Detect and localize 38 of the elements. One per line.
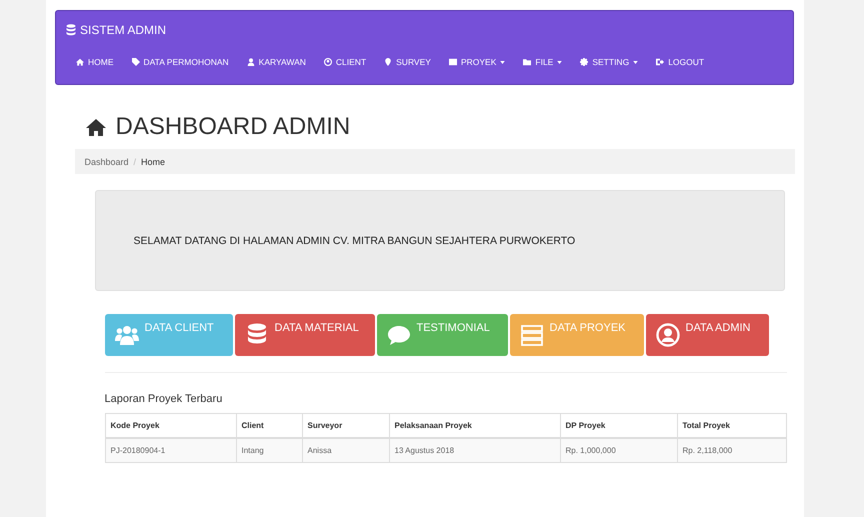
- user-circle-icon: [324, 58, 332, 66]
- table-cell: Anissa: [302, 438, 389, 462]
- home-icon: [76, 58, 84, 66]
- nav-link[interactable]: FILE: [513, 57, 570, 67]
- nav-link[interactable]: SETTING: [570, 57, 646, 67]
- table-cell: PJ-20180904-1: [105, 438, 236, 462]
- table-cell: 13 Agustus 2018: [389, 438, 560, 462]
- breadcrumb-separator: /: [134, 156, 136, 166]
- table-cell: Rp. 2,118,000: [677, 438, 786, 462]
- home-icon: [84, 117, 106, 137]
- gear-icon: [580, 58, 588, 66]
- nav-link[interactable]: CLIENT: [314, 57, 374, 67]
- users-icon: [114, 323, 138, 347]
- tile-button[interactable]: DATA ADMIN: [646, 314, 768, 356]
- nav-link[interactable]: DATA PERMOHONAN: [122, 57, 237, 67]
- breadcrumb-item: Home: [141, 156, 166, 166]
- page-title: DASHBOARD ADMIN: [116, 113, 350, 141]
- table-cell: Intang: [236, 438, 302, 462]
- tag-icon: [132, 58, 140, 66]
- nav-link[interactable]: SURVEY: [374, 57, 439, 67]
- logout-icon: [656, 58, 664, 66]
- comment-icon: [386, 323, 410, 347]
- welcome-message: SELAMAT DATANG DI HALAMAN ADMIN CV. MITRA BANGUN SEJAHTERA PURWOKERTO: [134, 234, 576, 246]
- folder-icon: [523, 58, 532, 66]
- pin-icon: [384, 58, 392, 66]
- database-icon: [66, 24, 76, 36]
- tile-button[interactable]: DATA MATERIAL: [234, 314, 374, 356]
- brand-title[interactable]: SISTEM ADMIN: [80, 23, 166, 37]
- breadcrumb-item[interactable]: Dashboard: [84, 156, 129, 166]
- user-circle-icon: [656, 323, 680, 347]
- section-title: Laporan Proyek Terbaru: [104, 393, 224, 405]
- nav-link[interactable]: KARYAWAN: [236, 57, 314, 67]
- nav-link[interactable]: LOGOUT: [646, 57, 712, 67]
- nav-link[interactable]: HOME: [66, 57, 122, 67]
- table-cell: Rp. 1,000,000: [560, 438, 677, 462]
- nav-link[interactable]: PROYEK: [438, 57, 514, 67]
- user-icon: [246, 58, 255, 66]
- server-icon: [520, 323, 544, 347]
